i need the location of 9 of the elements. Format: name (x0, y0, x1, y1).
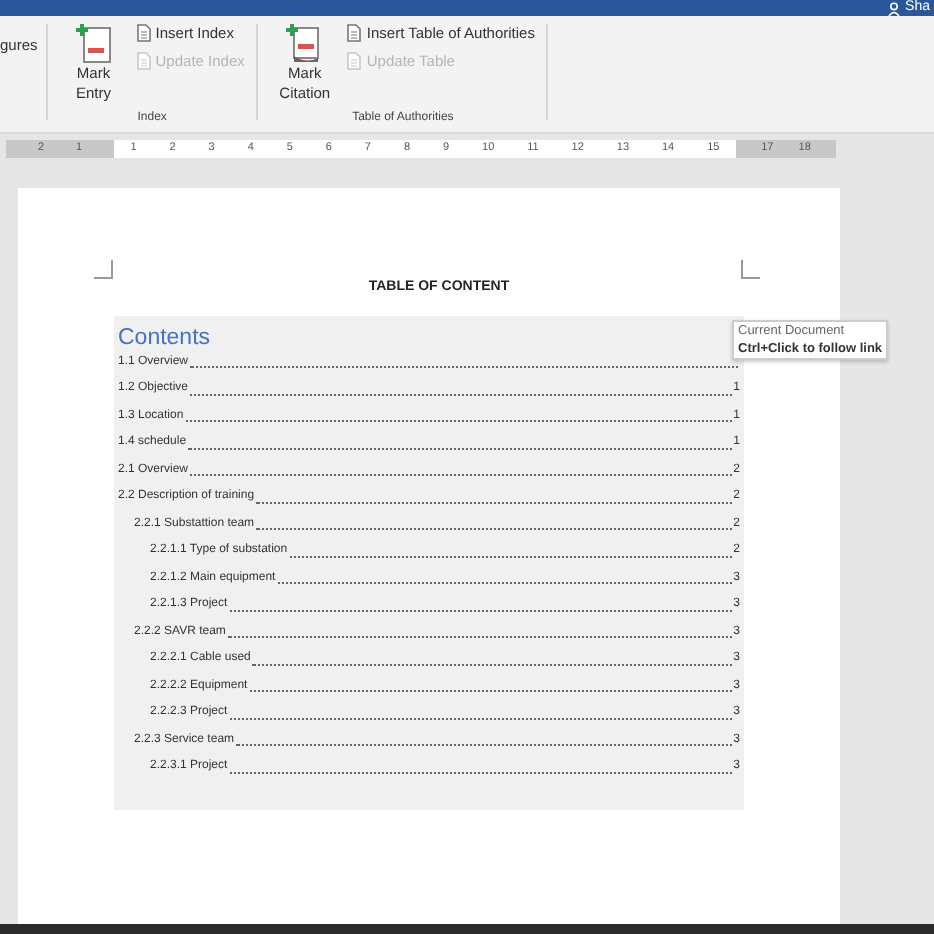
margin-corner-icon (94, 260, 114, 280)
document-icon (346, 52, 363, 71)
margin-corner-icon (740, 260, 760, 280)
toc-heading: Contents (118, 325, 211, 349)
document-icon (346, 24, 363, 43)
document-plus-icon (73, 22, 114, 64)
document-icon (135, 24, 152, 43)
document-icon (135, 52, 152, 71)
document-plus-icon (284, 22, 325, 64)
